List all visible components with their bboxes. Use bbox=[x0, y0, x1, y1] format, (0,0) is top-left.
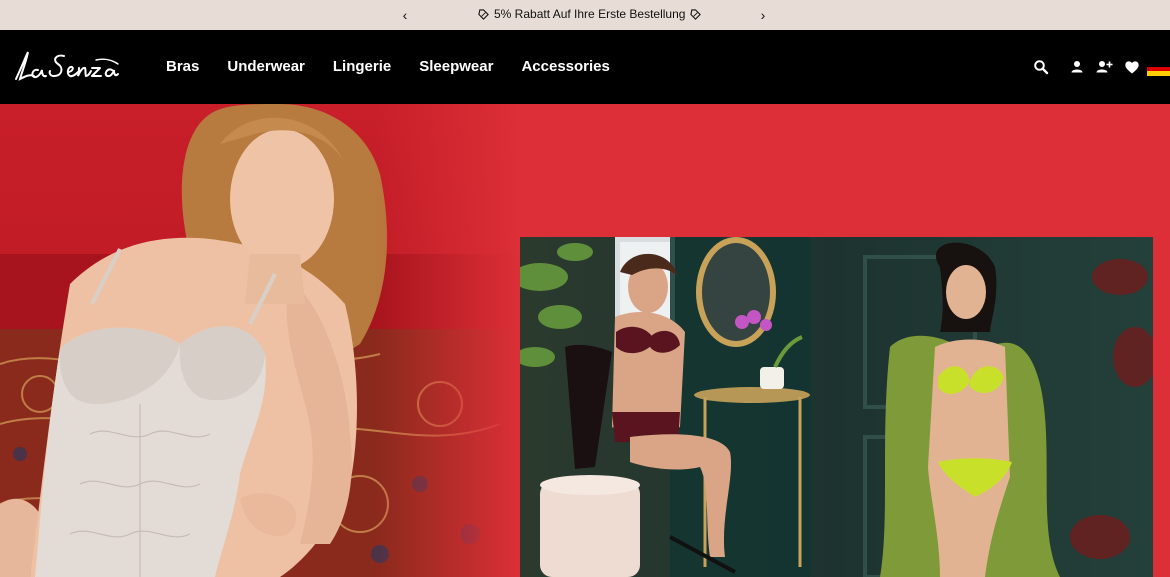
germany-flag-icon[interactable] bbox=[1147, 62, 1170, 76]
announcement-prev-arrow[interactable]: ‹ bbox=[397, 7, 413, 23]
main-nav: Bras Underwear Lingerie Sleepwear Access… bbox=[166, 58, 610, 76]
discount-tag-icon bbox=[478, 8, 489, 20]
wishlist-heart-icon[interactable] bbox=[1123, 58, 1141, 76]
nav-item-bras[interactable]: Bras bbox=[166, 58, 199, 76]
hero-image-model-bodysuit[interactable] bbox=[0, 104, 520, 577]
site-header: Bras Underwear Lingerie Sleepwear Access… bbox=[0, 30, 1170, 104]
site-logo[interactable] bbox=[12, 46, 122, 86]
hero-banner[interactable] bbox=[0, 104, 1170, 577]
nav-item-lingerie[interactable]: Lingerie bbox=[333, 58, 391, 76]
discount-tag-icon bbox=[690, 8, 702, 20]
announcement-bar: ‹ 5% Rabatt Auf Ihre Erste Bestellung › bbox=[0, 0, 1170, 30]
search-icon[interactable] bbox=[1032, 58, 1050, 76]
announcement-text: 5% Rabatt Auf Ihre Erste Bestellung bbox=[494, 7, 686, 21]
announcement-message[interactable]: 5% Rabatt Auf Ihre Erste Bestellung bbox=[478, 7, 702, 21]
nav-item-sleepwear[interactable]: Sleepwear bbox=[419, 58, 493, 76]
nav-item-underwear[interactable]: Underwear bbox=[227, 58, 305, 76]
hero-image-models-boudoir[interactable] bbox=[520, 237, 1153, 577]
announcement-next-arrow[interactable]: › bbox=[755, 7, 771, 23]
account-icon[interactable] bbox=[1068, 58, 1086, 76]
add-account-icon[interactable] bbox=[1095, 58, 1113, 76]
nav-item-accessories[interactable]: Accessories bbox=[521, 58, 609, 76]
